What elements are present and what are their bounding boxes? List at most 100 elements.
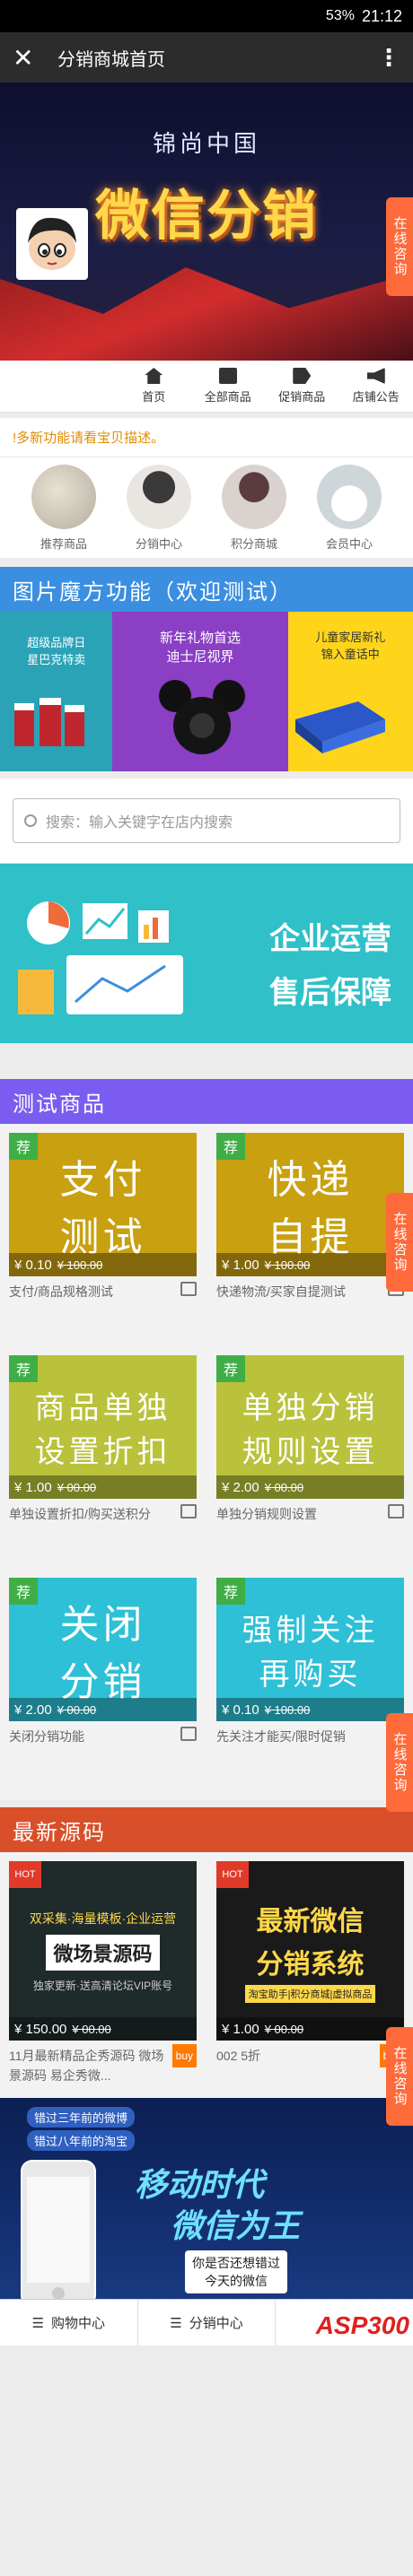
nav-item-all-products[interactable]: 全部商品 <box>191 361 266 412</box>
battery-text: 53% <box>325 8 355 23</box>
source-section-header: 最新源码 <box>0 1807 413 1852</box>
product-art-line1: 强制关注 <box>242 1614 379 1648</box>
original-price: ¥ 00.00 <box>264 1480 304 1494</box>
quick-links: 推荐商品 分销中心 积分商城 会员中心 <box>0 457 413 558</box>
search-input[interactable]: 搜索：输入关键字在店内搜索 <box>13 798 400 843</box>
question-line1: 你是否还想错过 <box>192 2256 280 2270</box>
quick-link-image <box>127 464 191 529</box>
cube-tile-starbucks[interactable]: 超级品牌日 星巴克特卖 <box>0 612 113 771</box>
product-meta: 快递物流/买家自提测试 <box>216 1276 404 1355</box>
cube-tile-kids-home[interactable]: 儿童家居新礼 锦入童话中 <box>287 612 413 771</box>
notice-bar: !多新功能请看宝贝描述。 <box>0 418 413 457</box>
product-card[interactable]: 荐 支付 测试 ¥ 0.10 ¥ 100.00 支付/商品规格测试 <box>9 1133 197 1355</box>
price: ¥ 1.00 <box>222 1257 259 1273</box>
source-image: HOT 双采集·海量模板·企业运营 微场景源码 独家更新·送高清论坛VIP账号 <box>9 1861 197 2041</box>
product-meta: 支付/商品规格测试 <box>9 1276 197 1355</box>
tile-line1: 儿童家居新礼 <box>315 631 386 644</box>
quick-link-member-center[interactable]: 会员中心 <box>317 464 382 552</box>
product-card[interactable]: 荐 商品单独 设置折扣 ¥ 1.00 ¥ 00.00 单独设置折扣/购买送积分 <box>9 1355 197 1578</box>
bottom-banner[interactable]: 错过三年前的微博 错过八年前的淘宝 移动时代 微信为王 你是否还想错过 今天的微… <box>0 2098 413 2345</box>
price: ¥ 0.10 <box>14 1257 52 1273</box>
image-cube: 超级品牌日 星巴克特卖 新年礼物首选 迪士尼视界 儿童家居新礼 锦入童话中 <box>0 612 413 771</box>
section-title: 图片魔方功能（欢迎测试） <box>13 579 293 605</box>
original-price: ¥ 00.00 <box>264 2022 304 2036</box>
source-card[interactable]: HOT 最新微信 分销系统 淘宝助手|积分商城|虚拟商品 ¥ 1.00 ¥ 00… <box>216 1861 404 2091</box>
product-desc: 单独分销规则设置 <box>216 1507 317 1521</box>
bedding-image <box>294 701 385 753</box>
product-card[interactable]: 荐 关闭 分销 ¥ 2.00 ¥ 00.00 关闭分销功能 <box>9 1578 197 1800</box>
page-title: 分销商城首页 <box>57 49 165 70</box>
source-desc: 11月最新精品企秀源码 微场景源码 易企秀微... <box>9 2049 164 2083</box>
hot-badge: HOT <box>9 1861 41 1888</box>
nav-item-home[interactable]: 首页 <box>117 361 191 412</box>
price: ¥ 2.00 <box>14 1701 52 1718</box>
source-grid: HOT 双采集·海量模板·企业运营 微场景源码 独家更新·送高清论坛VIP账号 … <box>0 1852 413 2098</box>
quick-link-points-mall[interactable]: 积分商城 <box>222 464 286 552</box>
price: ¥ 1.00 <box>222 2021 259 2037</box>
quick-link-image <box>222 464 286 529</box>
recommend-badge: 荐 <box>216 1133 245 1160</box>
source-line2: 微场景源码 <box>46 1934 160 1971</box>
source-desc: 002 5折 <box>216 2049 261 2063</box>
bottom-nav-label: 分销中心 <box>189 2316 243 2331</box>
online-consult-tab[interactable]: 在线咨询 <box>386 197 413 296</box>
quick-link-label: 积分商城 <box>230 536 277 551</box>
promo-line1: 企业运营 <box>269 922 391 956</box>
cart-icon[interactable] <box>388 1504 404 1519</box>
original-price: ¥ 100.00 <box>264 1258 311 1272</box>
banner-subtitle: 锦尚中国 <box>152 130 260 157</box>
cart-icon[interactable] <box>180 1727 197 1741</box>
original-price: ¥ 00.00 <box>57 1480 97 1494</box>
bottom-nav-shopping[interactable]: ☰ 购物中心 <box>0 2300 138 2345</box>
promo-banner[interactable]: 企业运营 售后保障 <box>0 864 413 1043</box>
banner-tag1: 错过三年前的微博 <box>27 2107 136 2128</box>
price-bar: ¥ 150.00 ¥ 00.00 <box>9 2017 197 2041</box>
phone-image <box>21 2160 96 2307</box>
product-desc: 关闭分销功能 <box>9 1729 84 1744</box>
product-card[interactable]: 荐 强制关注 再购买 ¥ 0.10 ¥ 100.00 先关注才能买/限时促销 <box>216 1578 404 1800</box>
quick-link-distribution[interactable]: 分销中心 <box>127 464 191 552</box>
search-section: 搜索：输入关键字在店内搜索 <box>0 779 413 864</box>
source-card[interactable]: HOT 双采集·海量模板·企业运营 微场景源码 独家更新·送高清论坛VIP账号 … <box>9 1861 197 2091</box>
product-grid: 荐 支付 测试 ¥ 0.10 ¥ 100.00 支付/商品规格测试 荐 快递 自… <box>0 1124 413 1800</box>
avatar[interactable] <box>16 208 88 280</box>
online-consult-tab[interactable]: 在线咨询 <box>386 1193 413 1292</box>
product-art-line1: 快递 <box>267 1158 354 1202</box>
speaker-image <box>159 680 246 754</box>
more-vertical-icon[interactable]: ⋮ <box>377 44 400 72</box>
product-art-line1: 单独分销 <box>242 1391 379 1425</box>
buy-button[interactable]: buy <box>171 2044 197 2067</box>
online-consult-tab[interactable]: 在线咨询 <box>386 1713 413 1812</box>
watermark-logo: ASP300 <box>315 2311 409 2339</box>
nav-item-promotions[interactable]: 促销商品 <box>265 361 339 412</box>
product-card[interactable]: 荐 单独分销 规则设置 ¥ 2.00 ¥ 00.00 单独分销规则设置 <box>216 1355 404 1578</box>
magic-section-header: 图片魔方功能（欢迎测试） <box>0 567 413 612</box>
cart-icon[interactable] <box>180 1282 197 1296</box>
price: ¥ 150.00 <box>14 2021 67 2037</box>
section-title: 最新源码 <box>13 1820 106 1845</box>
quick-link-label: 推荐商品 <box>40 536 87 551</box>
cups-image <box>14 698 84 746</box>
source-line3: 淘宝助手|积分商城|虚拟商品 <box>244 1985 376 2003</box>
banner-tag2: 错过八年前的淘宝 <box>27 2130 136 2151</box>
quick-link-image <box>31 464 96 529</box>
online-consult-tab[interactable]: 在线咨询 <box>386 2027 413 2126</box>
product-desc: 快递物流/买家自提测试 <box>216 1284 346 1299</box>
original-price: ¥ 00.00 <box>72 2022 111 2036</box>
cube-tile-disney[interactable]: 新年礼物首选 迪士尼视界 <box>112 612 288 771</box>
app-bar: ✕ 分销商城首页 ⋮ <box>0 32 413 83</box>
quick-link-image <box>317 464 382 529</box>
promo-line2: 售后保障 <box>269 976 391 1010</box>
nav-label: 全部商品 <box>204 390 251 404</box>
cart-icon[interactable] <box>180 1504 197 1519</box>
product-card[interactable]: 荐 快递 自提 ¥ 1.00 ¥ 100.00 快递物流/买家自提测试 <box>216 1133 404 1355</box>
price: ¥ 0.10 <box>222 1701 259 1718</box>
close-icon[interactable]: ✕ <box>13 43 45 73</box>
clock: 21:12 <box>361 6 402 25</box>
original-price: ¥ 100.00 <box>264 1702 311 1717</box>
product-art-line2: 设置折扣 <box>34 1435 171 1469</box>
product-desc: 单独设置折扣/购买送积分 <box>9 1507 151 1521</box>
quick-link-recommended[interactable]: 推荐商品 <box>31 464 96 552</box>
nav-item-announcements[interactable]: 店铺公告 <box>339 361 413 412</box>
bottom-nav-distribution[interactable]: ☰ 分销中心 <box>138 2300 277 2345</box>
